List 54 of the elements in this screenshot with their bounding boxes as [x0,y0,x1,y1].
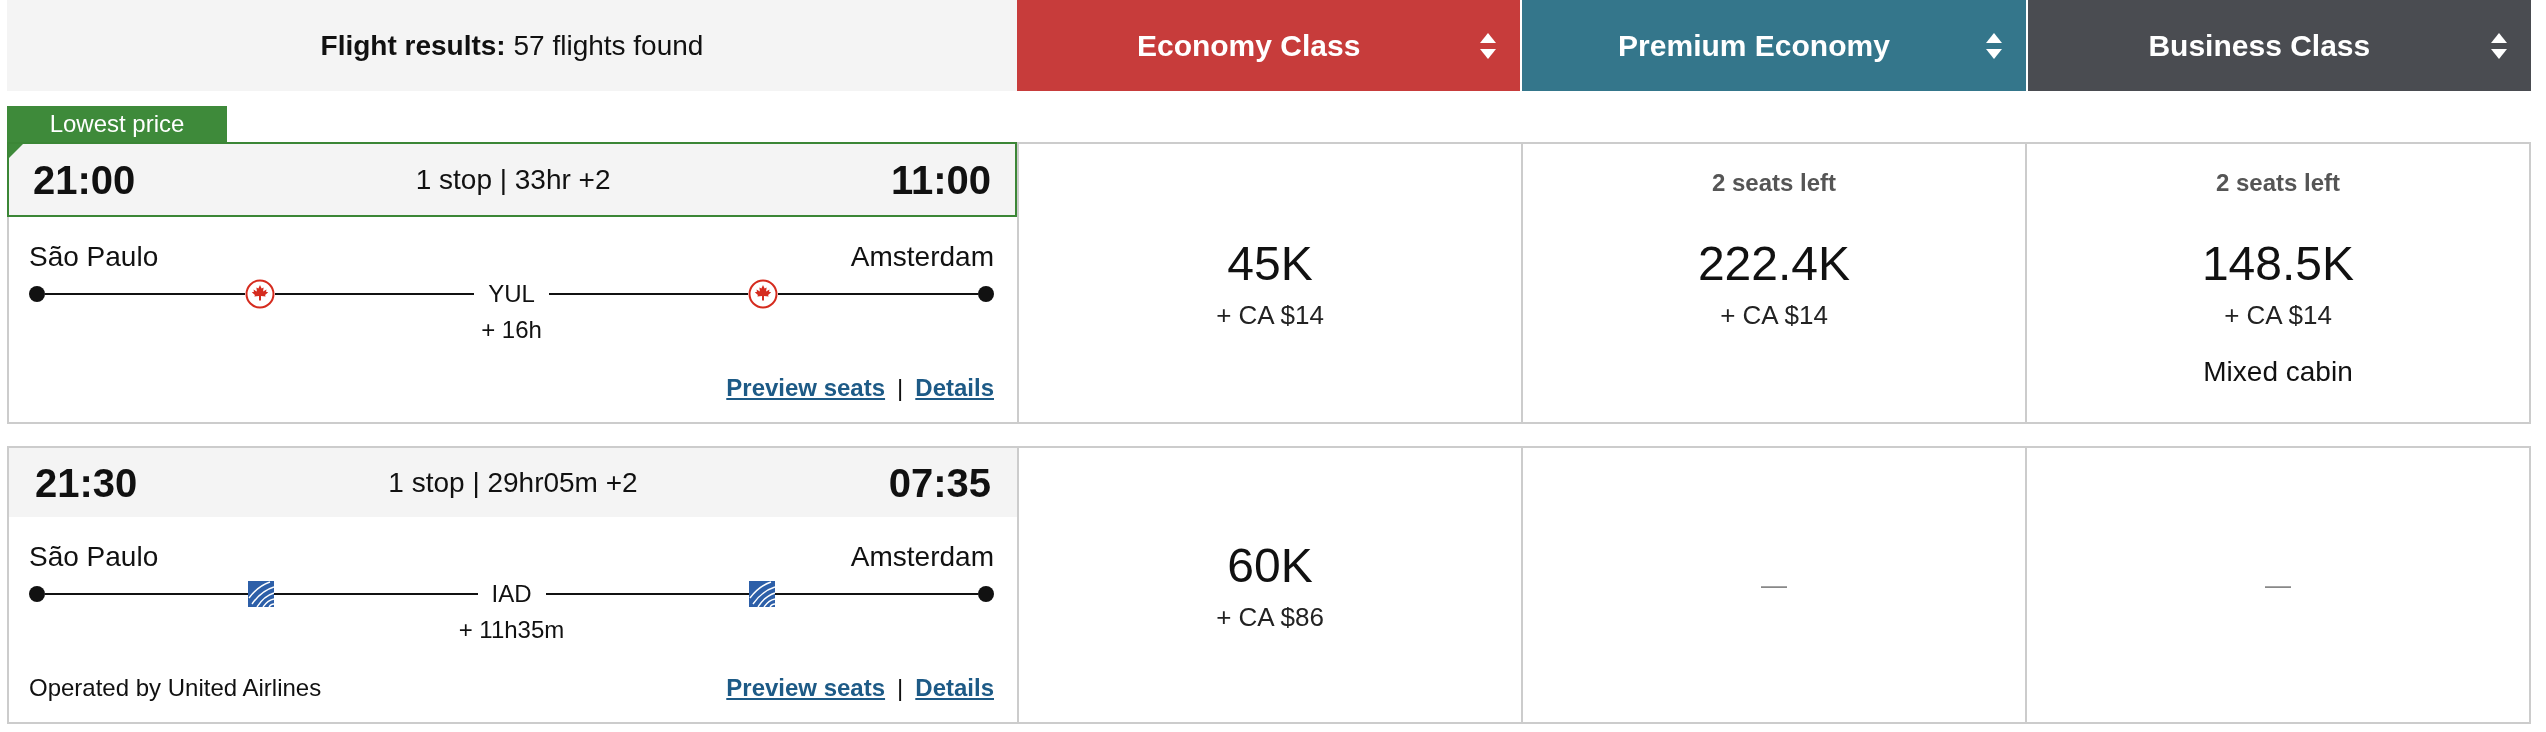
preview-seats-link[interactable]: Preview seats [726,670,886,706]
points-price: 148.5K [2201,236,2355,292]
details-link[interactable]: Details [915,670,994,706]
operator-note: Operated by United Airlines [29,673,322,703]
sort-icon [1985,32,2002,59]
unavailable-dash: — [1761,568,1787,602]
flight-summary: 1 stop | 29hr05m +2 [388,465,638,500]
points-price: 60K [1227,538,1313,594]
fare-cell[interactable]: 2 seats left 222.4K + CA $14 [1521,144,2025,422]
origin-city: São Paulo [29,540,159,574]
layover-duration: + 16h [481,315,542,345]
fare-cell[interactable]: 2 seats left 148.5K + CA $14 Mixed cabin [2025,144,2529,422]
striped-globe-icon [748,581,775,607]
taxes-amount: + CA $14 [2224,299,2332,331]
sort-icon [2491,32,2507,59]
flight-summary: 1 stop | 33hr +2 [415,162,611,197]
highlight-badge: Lowest price [7,106,227,142]
departure-time: 21:00 [33,159,136,200]
fare-cell[interactable]: 60K + CA $86 [1017,448,1521,722]
cabin-sort-header[interactable]: Premium Economy [1522,0,2026,91]
cabin-sort-header[interactable]: Economy Class [1017,0,1521,91]
destination-city: Amsterdam [850,540,994,574]
sort-icon [1480,32,1497,59]
cabin-note: Mixed cabin [2203,356,2353,387]
layover-duration: + 11h35m [458,615,565,645]
stop-airport-code: IAD [491,579,532,609]
route-endpoint-icon [978,586,994,602]
link-separator: | [897,673,904,703]
taxes-amount: + CA $86 [1216,601,1324,633]
route-endpoint-icon [978,286,994,302]
stop-airport-code: YUL [488,279,535,309]
striped-globe-icon [248,581,275,607]
unavailable-dash: — [2265,568,2291,602]
maple-leaf-icon [748,279,779,309]
seats-left-text: 2 seats left [2215,169,2341,196]
origin-city: São Paulo [29,240,159,274]
seats-left-text: 2 seats left [1711,169,1837,196]
cabin-sort-header[interactable]: Business Class [2027,0,2531,91]
link-separator: | [897,373,904,403]
results-summary: Flight results: 57 flights found [320,28,704,63]
points-price: 222.4K [1697,236,1851,292]
arrival-time: 07:35 [888,462,991,503]
maple-leaf-icon [244,279,275,309]
taxes-amount: + CA $14 [1720,299,1828,331]
taxes-amount: + CA $14 [1216,299,1324,331]
route-endpoint-icon [29,586,45,602]
details-link[interactable]: Details [915,370,994,406]
arrival-time: 11:00 [890,159,991,200]
preview-seats-link[interactable]: Preview seats [726,370,886,406]
route-endpoint-icon [29,286,45,302]
departure-time: 21:30 [35,462,138,503]
destination-city: Amsterdam [850,240,994,274]
points-price: 45K [1227,236,1313,292]
fare-cell[interactable]: 45K + CA $14 [1017,144,1521,422]
